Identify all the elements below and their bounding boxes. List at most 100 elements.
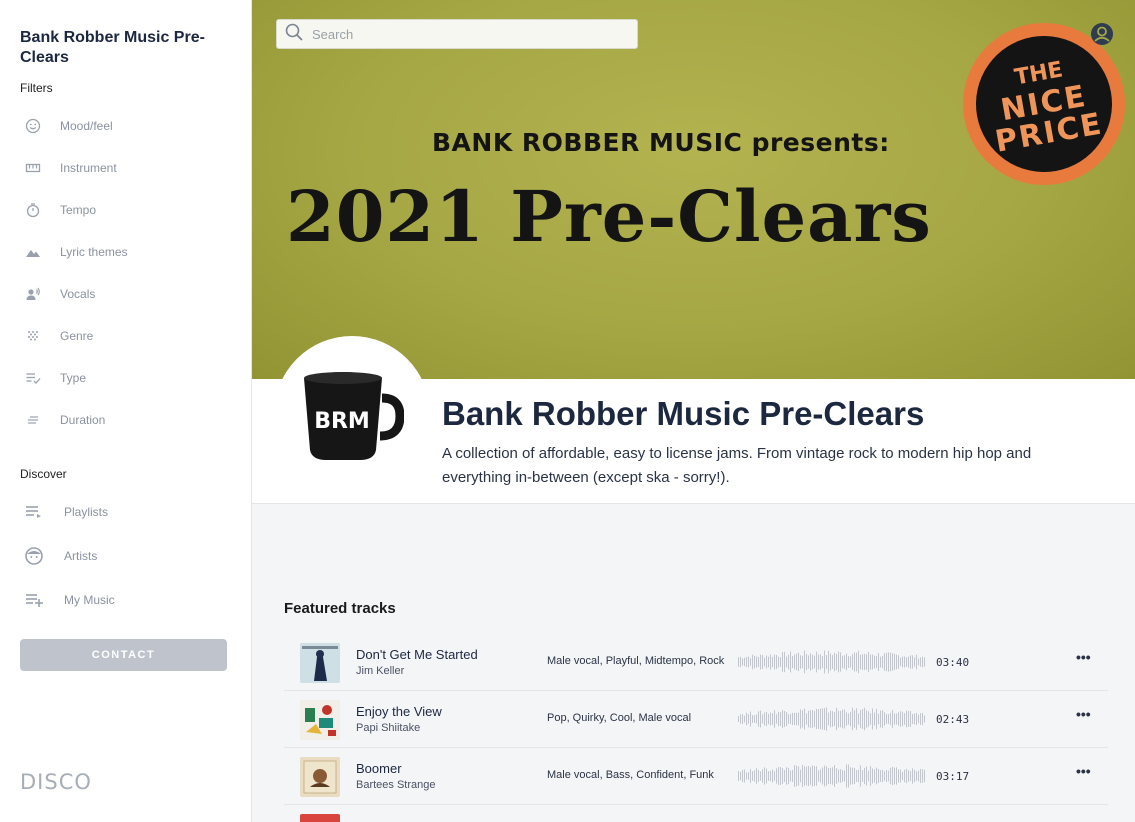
waveform-bar [790, 651, 791, 673]
track-row[interactable]: Enjoy the View Papi Shiitake Pop, Quirky… [284, 691, 1108, 748]
waveform-bar [870, 766, 871, 786]
waveform-bar [758, 711, 759, 727]
track-artwork[interactable] [300, 700, 340, 740]
waveform-bar [796, 653, 797, 671]
more-options-icon[interactable]: ••• [1076, 649, 1091, 665]
waveform-bar [872, 708, 873, 730]
filter-label: Lyric themes [60, 245, 128, 259]
waveform-bar [752, 715, 753, 723]
discover-artists[interactable]: Artists [22, 545, 97, 567]
track-row-partial[interactable] [284, 805, 1108, 822]
filter-lyric-themes[interactable]: Lyric themes [22, 241, 128, 263]
disco-brand: DISCO [20, 770, 92, 794]
track-row[interactable]: Boomer Bartees Strange Male vocal, Bass,… [284, 748, 1108, 805]
waveform-bar [858, 713, 859, 725]
filter-instrument[interactable]: Instrument [22, 157, 117, 179]
waveform-bar [768, 713, 769, 725]
track-artwork[interactable] [300, 643, 340, 683]
track-artist[interactable]: Papi Shiitake [356, 722, 420, 734]
waveform-bar [848, 713, 849, 725]
waveform[interactable] [738, 650, 926, 674]
waveform-bar [774, 654, 775, 670]
track-title[interactable]: Enjoy the View [356, 704, 442, 719]
waveform-bar [800, 655, 801, 669]
discover-playlists[interactable]: Playlists [22, 501, 108, 523]
waveform-bar [916, 771, 917, 781]
discover-my-music[interactable]: My Music [22, 589, 115, 611]
waveform-bar [742, 769, 743, 783]
waveform-bar [764, 657, 765, 667]
waveform-bar [826, 766, 827, 786]
waveform-bar [846, 712, 847, 726]
waveform-bar [882, 655, 883, 669]
waveform-bar [776, 768, 777, 784]
waveform-bar [912, 655, 913, 669]
waveform-bar [764, 712, 765, 726]
site-title: Bank Robber Music Pre-Clears [20, 29, 205, 66]
waveform-bar [880, 656, 881, 668]
page-title: Bank Robber Music Pre-Clears [442, 395, 925, 432]
track-artist[interactable]: Bartees Strange [356, 779, 436, 791]
filter-tempo[interactable]: Tempo [22, 199, 96, 221]
search-bar[interactable] [276, 19, 638, 49]
waveform-bar [796, 712, 797, 726]
waveform-bar [880, 770, 881, 782]
filter-genre[interactable]: Genre [22, 325, 93, 347]
waveform-bar [838, 651, 839, 673]
account-icon[interactable] [1090, 22, 1114, 46]
featured-tracks-heading: Featured tracks [284, 600, 396, 617]
waveform-bar [766, 711, 767, 727]
waveform-bar [768, 656, 769, 668]
track-artwork[interactable] [300, 757, 340, 797]
search-input[interactable] [312, 26, 622, 42]
waveform-bar [864, 767, 865, 785]
waveform-bar [848, 764, 849, 788]
filter-duration[interactable]: Duration [22, 409, 105, 431]
waveform-bar [746, 772, 747, 780]
waveform-bar [850, 711, 851, 727]
waveform-bar [842, 655, 843, 669]
waveform-bar [784, 651, 785, 673]
waveform-bar [830, 653, 831, 671]
waveform-bar [920, 657, 921, 667]
waveform-bar [798, 766, 799, 786]
discover-label-text: My Music [64, 593, 115, 607]
waveform-bar [924, 715, 925, 723]
track-row[interactable]: Don't Get Me Started Jim Keller Male voc… [284, 634, 1108, 691]
waveform-bar [748, 656, 749, 668]
waveform-bar [844, 770, 845, 782]
playlist-add-icon [22, 588, 46, 612]
waveform-bar [822, 708, 823, 730]
filter-type[interactable]: Type [22, 367, 86, 389]
contact-button[interactable]: CONTACT [20, 639, 227, 671]
waveform-bar [800, 769, 801, 783]
logo-text: BRM [314, 409, 370, 434]
waveform-bar [904, 713, 905, 725]
waveform-bar [818, 654, 819, 670]
waveform-bar [824, 650, 825, 674]
waveform-bar [894, 653, 895, 671]
filter-mood-feel[interactable]: Mood/feel [22, 115, 113, 137]
more-options-icon[interactable]: ••• [1076, 763, 1091, 779]
waveform-bar [922, 656, 923, 668]
more-options-icon[interactable]: ••• [1076, 706, 1091, 722]
waveform-bar [780, 767, 781, 785]
waveform[interactable] [738, 707, 926, 731]
sidebar: Bank Robber Music Pre-Clears Filters Moo… [0, 0, 252, 822]
track-artwork[interactable] [300, 814, 340, 822]
waveform-bar [834, 712, 835, 726]
waveform-bar [826, 655, 827, 669]
waveform-bar [834, 652, 835, 672]
waveform-bar [778, 711, 779, 727]
waveform-bar [868, 651, 869, 673]
track-title[interactable]: Boomer [356, 761, 402, 776]
track-artist[interactable]: Jim Keller [356, 665, 404, 677]
filter-vocals[interactable]: Vocals [22, 283, 95, 305]
waveform-bar [738, 657, 739, 667]
track-title[interactable]: Don't Get Me Started [356, 647, 478, 662]
waveform-bar [810, 653, 811, 671]
waveform-bar [860, 654, 861, 670]
waveform-bar [866, 654, 867, 670]
waveform-bar [888, 770, 889, 782]
waveform[interactable] [738, 764, 926, 788]
